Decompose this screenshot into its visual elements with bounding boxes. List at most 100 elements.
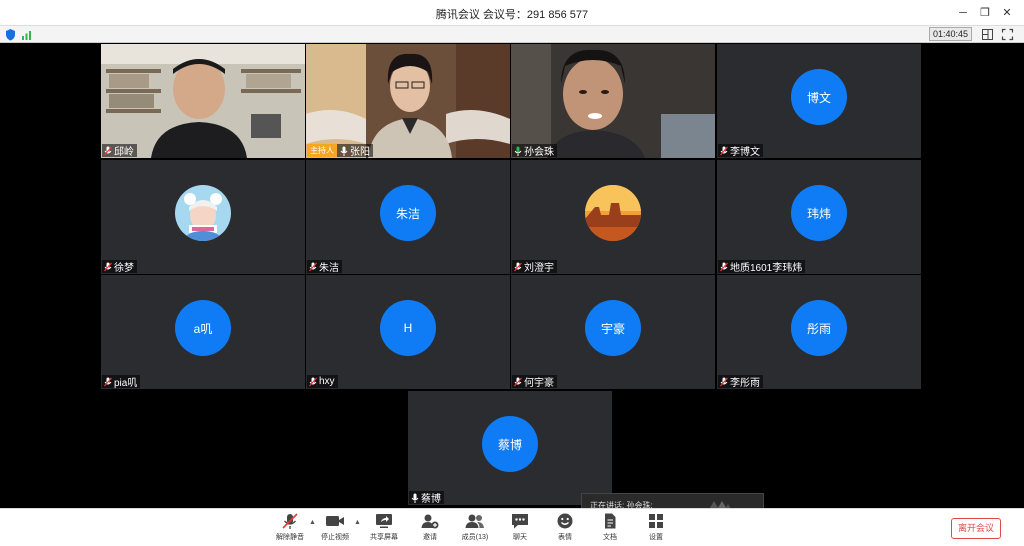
participant-avatar: 彤雨 bbox=[791, 300, 847, 356]
participant-avatar: 玮炜 bbox=[791, 185, 847, 241]
participant-video bbox=[306, 44, 510, 158]
participant-tile[interactable]: 朱洁 朱洁 bbox=[306, 160, 510, 274]
participant-name: 何宇豪 bbox=[524, 378, 554, 389]
participant-video bbox=[101, 44, 305, 158]
stop-video-button[interactable]: 停止视频 bbox=[313, 512, 357, 546]
mic-muted-icon bbox=[720, 262, 728, 271]
participant-name-bar: 李彤雨 bbox=[718, 375, 763, 389]
emoji-label: 表情 bbox=[558, 534, 572, 541]
participant-tile[interactable]: 邱岭 bbox=[101, 44, 305, 158]
participant-name: pia叽 bbox=[114, 378, 138, 389]
mic-muted-icon bbox=[309, 262, 317, 271]
network-signal-icon[interactable] bbox=[21, 28, 34, 41]
settings-button[interactable]: 设置 bbox=[634, 512, 678, 546]
participant-tile[interactable]: a叽 pia叽 bbox=[101, 275, 305, 389]
docs-button[interactable]: 文档 bbox=[588, 512, 632, 546]
participant-name: 刘澄宇 bbox=[524, 263, 554, 274]
participant-tile[interactable]: 主持人 张阳 bbox=[306, 44, 510, 158]
participant-name: 邱岭 bbox=[114, 147, 134, 158]
participant-tile[interactable]: 徐梦 bbox=[101, 160, 305, 274]
stop-video-label: 停止视频 bbox=[321, 534, 349, 541]
minimize-button[interactable]: ─ bbox=[954, 4, 972, 22]
participant-tile[interactable]: 蔡博 蔡博 bbox=[408, 391, 612, 505]
title-bar: 腾讯会议 会议号：291 856 577 ─ ❐ ✕ bbox=[0, 0, 1024, 26]
layout-icon[interactable] bbox=[981, 28, 994, 41]
participant-name-bar: 蔡博 bbox=[409, 491, 444, 505]
mic-muted-icon bbox=[282, 513, 298, 529]
participant-name: hxy bbox=[319, 376, 335, 387]
participant-name-bar: 徐梦 bbox=[102, 260, 137, 274]
participant-name-bar: 何宇豪 bbox=[512, 375, 557, 389]
leave-meeting-button[interactable]: 离开会议 bbox=[951, 518, 1001, 539]
share-screen-button[interactable]: 共享屏幕 bbox=[362, 512, 406, 546]
settings-label: 设置 bbox=[649, 534, 663, 541]
participant-name: 朱洁 bbox=[319, 263, 339, 274]
chat-label: 聊天 bbox=[513, 534, 527, 541]
mic-icon bbox=[411, 493, 419, 503]
members-button[interactable]: 成员(13) bbox=[453, 512, 497, 546]
participant-tile[interactable]: 彤雨 李彤雨 bbox=[717, 275, 921, 389]
participant-tile[interactable]: 刘澄宇 bbox=[511, 160, 715, 274]
participant-video bbox=[511, 44, 715, 158]
mic-muted-icon bbox=[514, 262, 522, 271]
meeting-timer: 01:40:45 bbox=[928, 27, 972, 41]
participant-avatar: a叽 bbox=[175, 300, 231, 356]
participant-name: 徐梦 bbox=[114, 263, 134, 274]
video-grid: 邱岭 主持人 张阳 孙会珠 博文 李博文 徐梦 朱洁 朱洁 刘澄宇 玮炜 地质1… bbox=[0, 43, 1024, 508]
unmute-label: 解除静音 bbox=[276, 534, 304, 541]
emoji-icon bbox=[557, 513, 573, 529]
participant-name: 孙会珠 bbox=[524, 147, 554, 158]
docs-label: 文档 bbox=[603, 534, 617, 541]
mic-muted-icon bbox=[720, 377, 728, 386]
participant-name-bar: 刘澄宇 bbox=[512, 260, 557, 274]
share-screen-label: 共享屏幕 bbox=[370, 534, 398, 541]
restore-button[interactable]: ❐ bbox=[976, 4, 994, 22]
participant-tile[interactable]: 宇豪 何宇豪 bbox=[511, 275, 715, 389]
participant-tile[interactable]: 孙会珠 bbox=[511, 44, 715, 158]
host-badge: 主持人 bbox=[307, 144, 337, 157]
participant-name-bar: 主持人 张阳 bbox=[307, 144, 373, 158]
participant-name-bar: hxy bbox=[307, 375, 338, 388]
participant-name-bar: 地质1601李玮炜 bbox=[718, 260, 806, 274]
participant-name: 张阳 bbox=[350, 147, 370, 158]
participant-name-bar: 朱洁 bbox=[307, 260, 342, 274]
participant-photo-avatar bbox=[175, 185, 231, 241]
invite-button[interactable]: 邀请 bbox=[408, 512, 452, 546]
chat-icon bbox=[512, 514, 528, 529]
participant-name-bar: 孙会珠 bbox=[512, 144, 557, 158]
mic-muted-icon bbox=[104, 146, 112, 155]
participant-tile[interactable]: 博文 李博文 bbox=[717, 44, 921, 158]
participant-name: 蔡博 bbox=[421, 494, 441, 505]
mic-icon bbox=[340, 146, 348, 156]
participant-name: 李彤雨 bbox=[730, 378, 760, 389]
participant-name-bar: pia叽 bbox=[102, 375, 141, 389]
unmute-button[interactable]: 解除静音 bbox=[268, 512, 312, 546]
status-bar: 01:40:45 bbox=[0, 26, 1024, 43]
mic-muted-icon bbox=[514, 377, 522, 386]
document-icon bbox=[605, 513, 616, 529]
members-icon bbox=[465, 514, 484, 528]
participant-tile[interactable]: 玮炜 地质1601李玮炜 bbox=[717, 160, 921, 274]
camera-icon bbox=[326, 516, 344, 526]
fullscreen-icon[interactable] bbox=[1001, 28, 1014, 41]
participant-avatar: 蔡博 bbox=[482, 416, 538, 472]
video-options-caret-icon[interactable]: ▲ bbox=[354, 519, 361, 526]
participant-avatar: H bbox=[380, 300, 436, 356]
close-button[interactable]: ✕ bbox=[998, 4, 1016, 22]
mic-muted-icon bbox=[309, 377, 317, 386]
participant-name: 李博文 bbox=[730, 147, 760, 158]
window-title: 腾讯会议 会议号：291 856 577 bbox=[435, 9, 589, 21]
security-shield-icon[interactable] bbox=[4, 28, 17, 41]
mic-muted-icon bbox=[104, 377, 112, 386]
members-label: 成员(13) bbox=[461, 534, 489, 541]
participant-name: 地质1601李玮炜 bbox=[730, 263, 803, 274]
chat-button[interactable]: 聊天 bbox=[498, 512, 542, 546]
participant-tile[interactable]: H hxy bbox=[306, 275, 510, 389]
settings-grid-icon bbox=[649, 514, 663, 528]
share-screen-icon bbox=[376, 514, 392, 528]
meeting-toolbar: 解除静音 ▲ 停止视频 ▲ 共享屏幕 邀请 成员(13) 聊天 表情 文档 设置… bbox=[0, 508, 1024, 546]
emoji-button[interactable]: 表情 bbox=[543, 512, 587, 546]
mic-muted-icon bbox=[104, 262, 112, 271]
participant-avatar: 博文 bbox=[791, 69, 847, 125]
add-user-icon bbox=[421, 514, 439, 529]
